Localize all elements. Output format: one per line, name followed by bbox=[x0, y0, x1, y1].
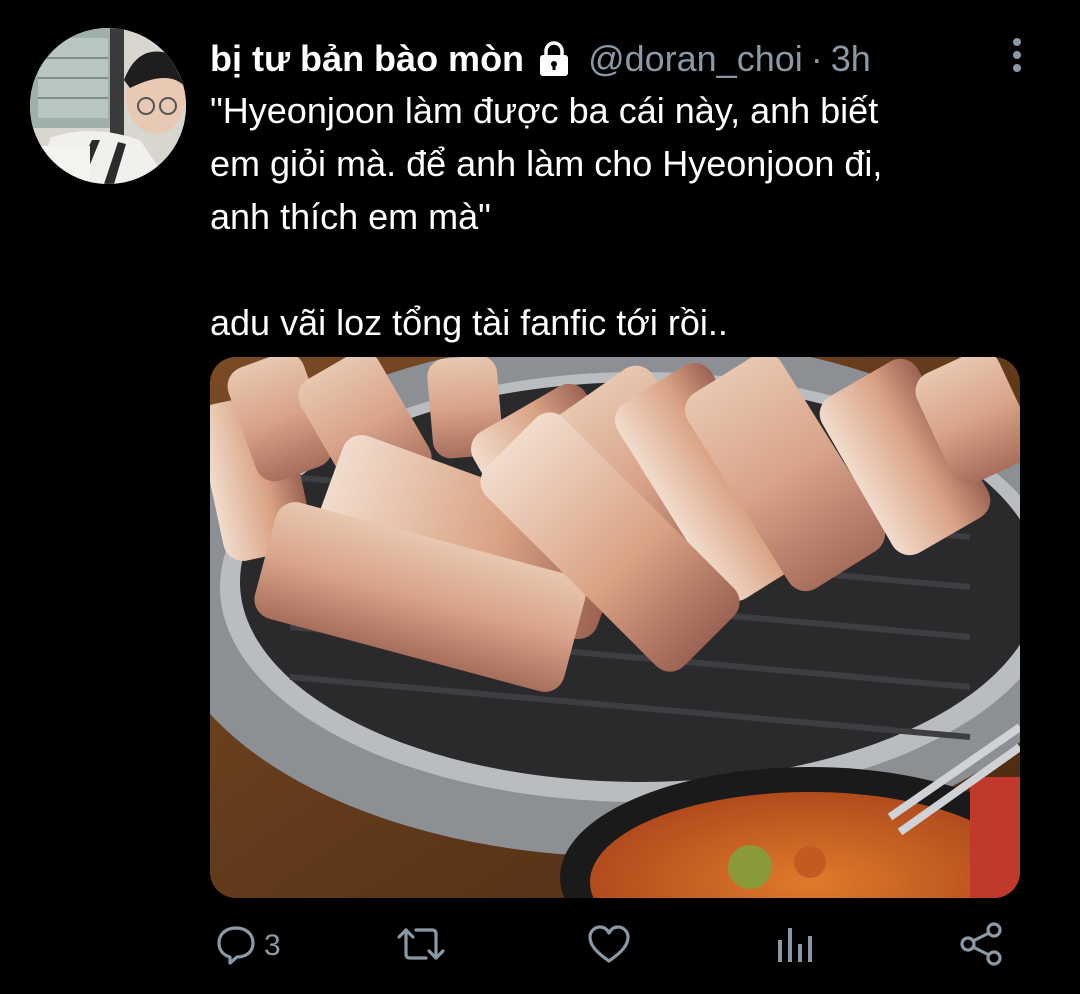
reply-button[interactable]: 3 bbox=[214, 918, 281, 974]
analytics-button[interactable] bbox=[776, 918, 816, 974]
reply-icon bbox=[214, 922, 258, 971]
analytics-icon bbox=[776, 922, 816, 971]
grilled-pork-photo bbox=[210, 357, 1020, 898]
tweet-header: bị tư bản bào mòn @doran_choi · 3h bbox=[210, 34, 871, 84]
more-vertical-icon[interactable] bbox=[1006, 36, 1028, 76]
tweet-text: "Hyeonjoon làm được ba cái này, anh biết… bbox=[210, 84, 1010, 349]
display-name[interactable]: bị tư bản bào mòn bbox=[210, 38, 524, 80]
avatar[interactable] bbox=[30, 28, 186, 184]
separator-dot: · bbox=[810, 38, 823, 79]
share-icon bbox=[958, 921, 1004, 971]
tweet-text-line: adu vãi loz tổng tài fanfic tới rồi.. bbox=[210, 302, 728, 343]
tweet-media-photo[interactable] bbox=[210, 357, 1020, 898]
user-handle[interactable]: @doran_choi bbox=[588, 38, 803, 80]
share-button[interactable] bbox=[958, 918, 1004, 974]
avatar-image bbox=[30, 28, 186, 184]
tweet: bị tư bản bào mòn @doran_choi · 3h "Hyeo… bbox=[0, 0, 1080, 994]
tweet-text-line: "Hyeonjoon làm được ba cái này, anh biết bbox=[210, 90, 879, 131]
like-button[interactable] bbox=[586, 918, 632, 974]
reply-count: 3 bbox=[264, 929, 281, 962]
timestamp[interactable]: 3h bbox=[831, 38, 871, 80]
tweet-text-line: em giỏi mà. để anh làm cho Hyeonjoon đi, bbox=[210, 143, 883, 184]
tweet-action-bar: 3 bbox=[210, 918, 1020, 974]
tweet-text-line: anh thích em mà" bbox=[210, 196, 491, 237]
like-icon bbox=[586, 922, 632, 971]
retweet-icon bbox=[396, 922, 446, 971]
lock-icon bbox=[534, 39, 574, 79]
retweet-button[interactable] bbox=[396, 918, 446, 974]
